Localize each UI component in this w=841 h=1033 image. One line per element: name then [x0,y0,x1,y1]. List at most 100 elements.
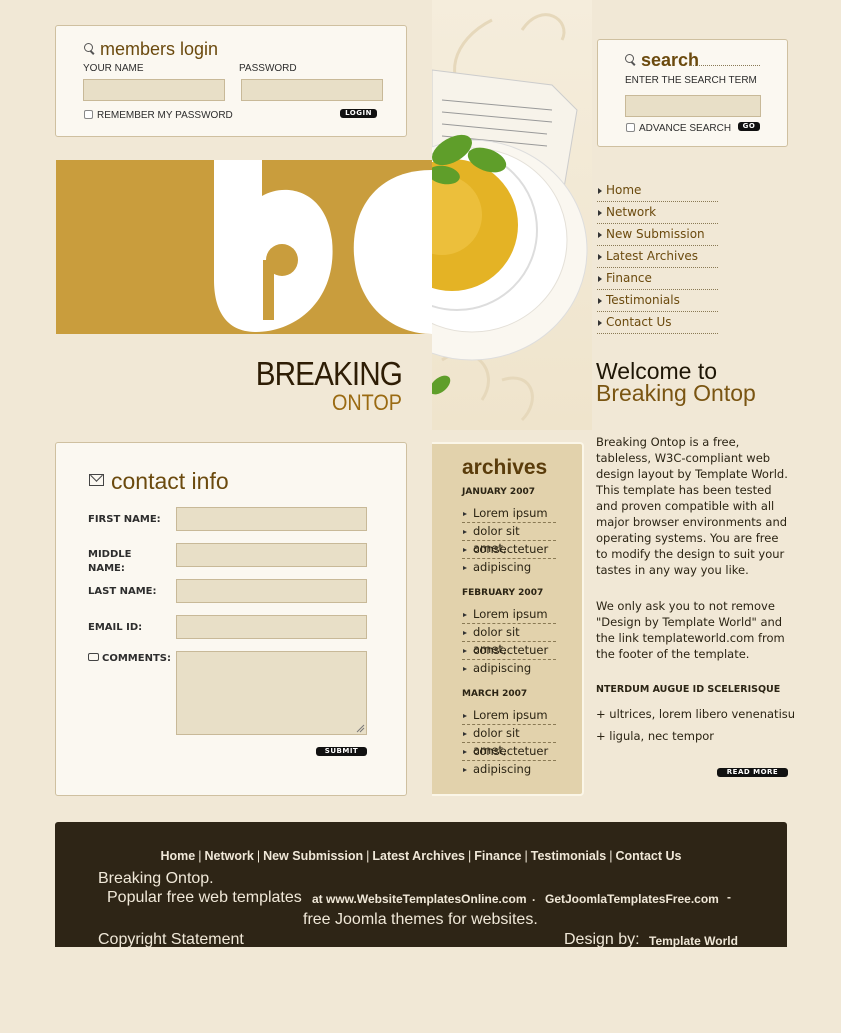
footer-site-name: Breaking Ontop. [98,870,214,887]
first-name-label: FIRST NAME: [88,514,161,525]
advance-search-row: ADVANCE SEARCH [626,123,731,134]
archive-link[interactable]: adipiscing [462,559,556,577]
archive-list-january: Lorem ipsum dolor sit amet, consectetuer… [462,505,556,577]
last-name-label: LAST NAME: [88,586,157,597]
footer-separator: | [198,849,202,863]
middle-name-input[interactable] [176,543,367,567]
go-button[interactable]: GO [738,122,760,131]
middle-name-label: MIDDLE NAME: [88,549,132,574]
archive-link[interactable]: consectetuer [462,642,556,660]
last-name-input[interactable] [176,579,367,603]
resize-handle-icon[interactable] [356,724,365,733]
submit-button[interactable]: SUBMIT [316,747,367,756]
archive-month-january: JANUARY 2007 [462,487,535,497]
archive-list-march: Lorem ipsum dolor sit amet, consectetuer… [462,707,556,779]
bo-logo-graphic [214,160,432,334]
nav-item-finance[interactable]: Finance [597,268,718,290]
advance-search-label: ADVANCE SEARCH [639,123,732,134]
your-name-label: YOUR NAME [83,63,144,74]
footer-link-new-submission[interactable]: New Submission [263,849,363,863]
footer-popular-text: Popular free web templates [107,889,302,906]
hero-banner [56,160,432,334]
archive-link[interactable]: dolor sit amet, [462,523,556,555]
remember-password-label: REMEMBER MY PASSWORD [97,110,233,121]
nav-item-network[interactable]: Network [597,202,718,224]
your-name-input[interactable] [83,79,225,101]
archive-link[interactable]: Lorem ipsum [462,505,556,523]
welcome-bullet-1: + ultrices, lorem libero venenatisu [596,707,796,721]
footer-link-contact-us[interactable]: Contact Us [615,849,681,863]
main-navigation: Home Network New Submission Latest Archi… [597,180,718,334]
footer-link-latest-archives[interactable]: Latest Archives [372,849,465,863]
advance-search-checkbox[interactable] [626,123,635,132]
search-title: search [625,50,699,71]
archive-link[interactable]: Lorem ipsum [462,707,556,725]
welcome-heading-line2: Breaking Ontop [596,380,756,406]
password-input[interactable] [241,79,383,101]
footer-separator: | [256,849,261,863]
archive-link[interactable]: adipiscing [462,761,556,779]
footer-design-by-label: Design by: [564,931,640,948]
footer-dot: . [532,890,536,904]
remember-password-row: REMEMBER MY PASSWORD [84,110,233,121]
archive-list-february: Lorem ipsum dolor sit amet, consectetuer… [462,606,556,678]
archives-title: archives [462,456,548,479]
archive-link[interactable]: dolor sit amet, [462,725,556,757]
footer-link-home[interactable]: Home [161,849,196,863]
email-id-label: EMAIL ID: [88,622,143,633]
comments-label: COMMENTS: [102,653,171,664]
nav-item-latest-archives[interactable]: Latest Archives [597,246,718,268]
footer-separator: | [524,849,528,863]
remember-password-checkbox[interactable] [84,110,93,119]
search-input[interactable] [625,95,761,117]
archive-link[interactable]: adipiscing [462,660,556,678]
archives-panel: archives JANUARY 2007 Lorem ipsum dolor … [432,442,584,796]
login-button[interactable]: LOGIN [340,109,377,118]
comments-label-row: COMMENTS: [88,652,171,666]
footer-link-network[interactable]: Network [205,849,254,863]
footer: Home | Network | New Submission | Latest Archi… [55,822,787,949]
footer-link-finance[interactable]: Finance [474,849,521,863]
search-title-label: search [641,50,700,70]
brand-name-ontop: ONTOP [331,390,402,415]
read-more-button[interactable]: READ MORE [717,768,788,777]
speech-bubble-icon [88,653,99,661]
archive-link[interactable]: Lorem ipsum [462,606,556,624]
footer-link-testimonials[interactable]: Testimonials [531,849,606,863]
nav-item-home[interactable]: Home [597,180,718,202]
footer-separator: | [366,849,370,863]
comments-textarea[interactable] [176,651,367,735]
members-login-panel: members login YOUR NAME PASSWORD REMEMBE… [55,25,407,137]
search-prompt: ENTER THE SEARCH TERM [625,75,757,86]
tea-cup-image [432,0,592,430]
archive-month-march: MARCH 2007 [462,689,528,699]
nav-item-testimonials[interactable]: Testimonials [597,290,718,312]
email-id-input[interactable] [176,615,367,639]
archive-month-february: FEBRUARY 2007 [462,588,544,598]
welcome-paragraph-1: Breaking Ontop is a free, tableless, W3C… [596,435,788,577]
tea-cup-illustration [432,13,588,422]
archive-link[interactable]: consectetuer [462,743,556,761]
footer-link-getjoomlatemplatesfree[interactable]: GetJoomlaTemplatesFree.com [545,892,719,906]
search-icon [84,43,95,54]
footer-designer-link[interactable]: Template World [649,934,742,949]
welcome-subheading: NTERDUM AUGUE ID SCELERISQUE [596,684,781,695]
envelope-icon [89,474,104,486]
contact-info-title: contact info [111,468,229,494]
footer-joomla-text: free Joomla themes for websites. [303,911,538,928]
archive-link[interactable]: dolor sit amet, [462,624,556,656]
archive-link[interactable]: consectetuer [462,541,556,559]
search-icon [625,54,636,65]
search-title-divider [690,65,760,66]
footer-separator: | [468,849,472,863]
first-name-input[interactable] [176,507,367,531]
search-panel: search ENTER THE SEARCH TERM ADVANCE SEA… [597,39,788,147]
footer-dash: - [727,890,731,904]
brand-name-breaking: BREAKING [255,355,403,392]
members-login-label: members login [100,39,219,59]
footer-link-websitetemplatesonline[interactable]: at www.WebsiteTemplatesOnline.com [312,892,527,906]
nav-item-contact-us[interactable]: Contact Us [597,312,718,334]
members-login-title: members login [84,39,218,60]
nav-item-new-submission[interactable]: New Submission [597,224,718,246]
welcome-paragraph-2: We only ask you to not remove "Design by… [596,599,785,661]
